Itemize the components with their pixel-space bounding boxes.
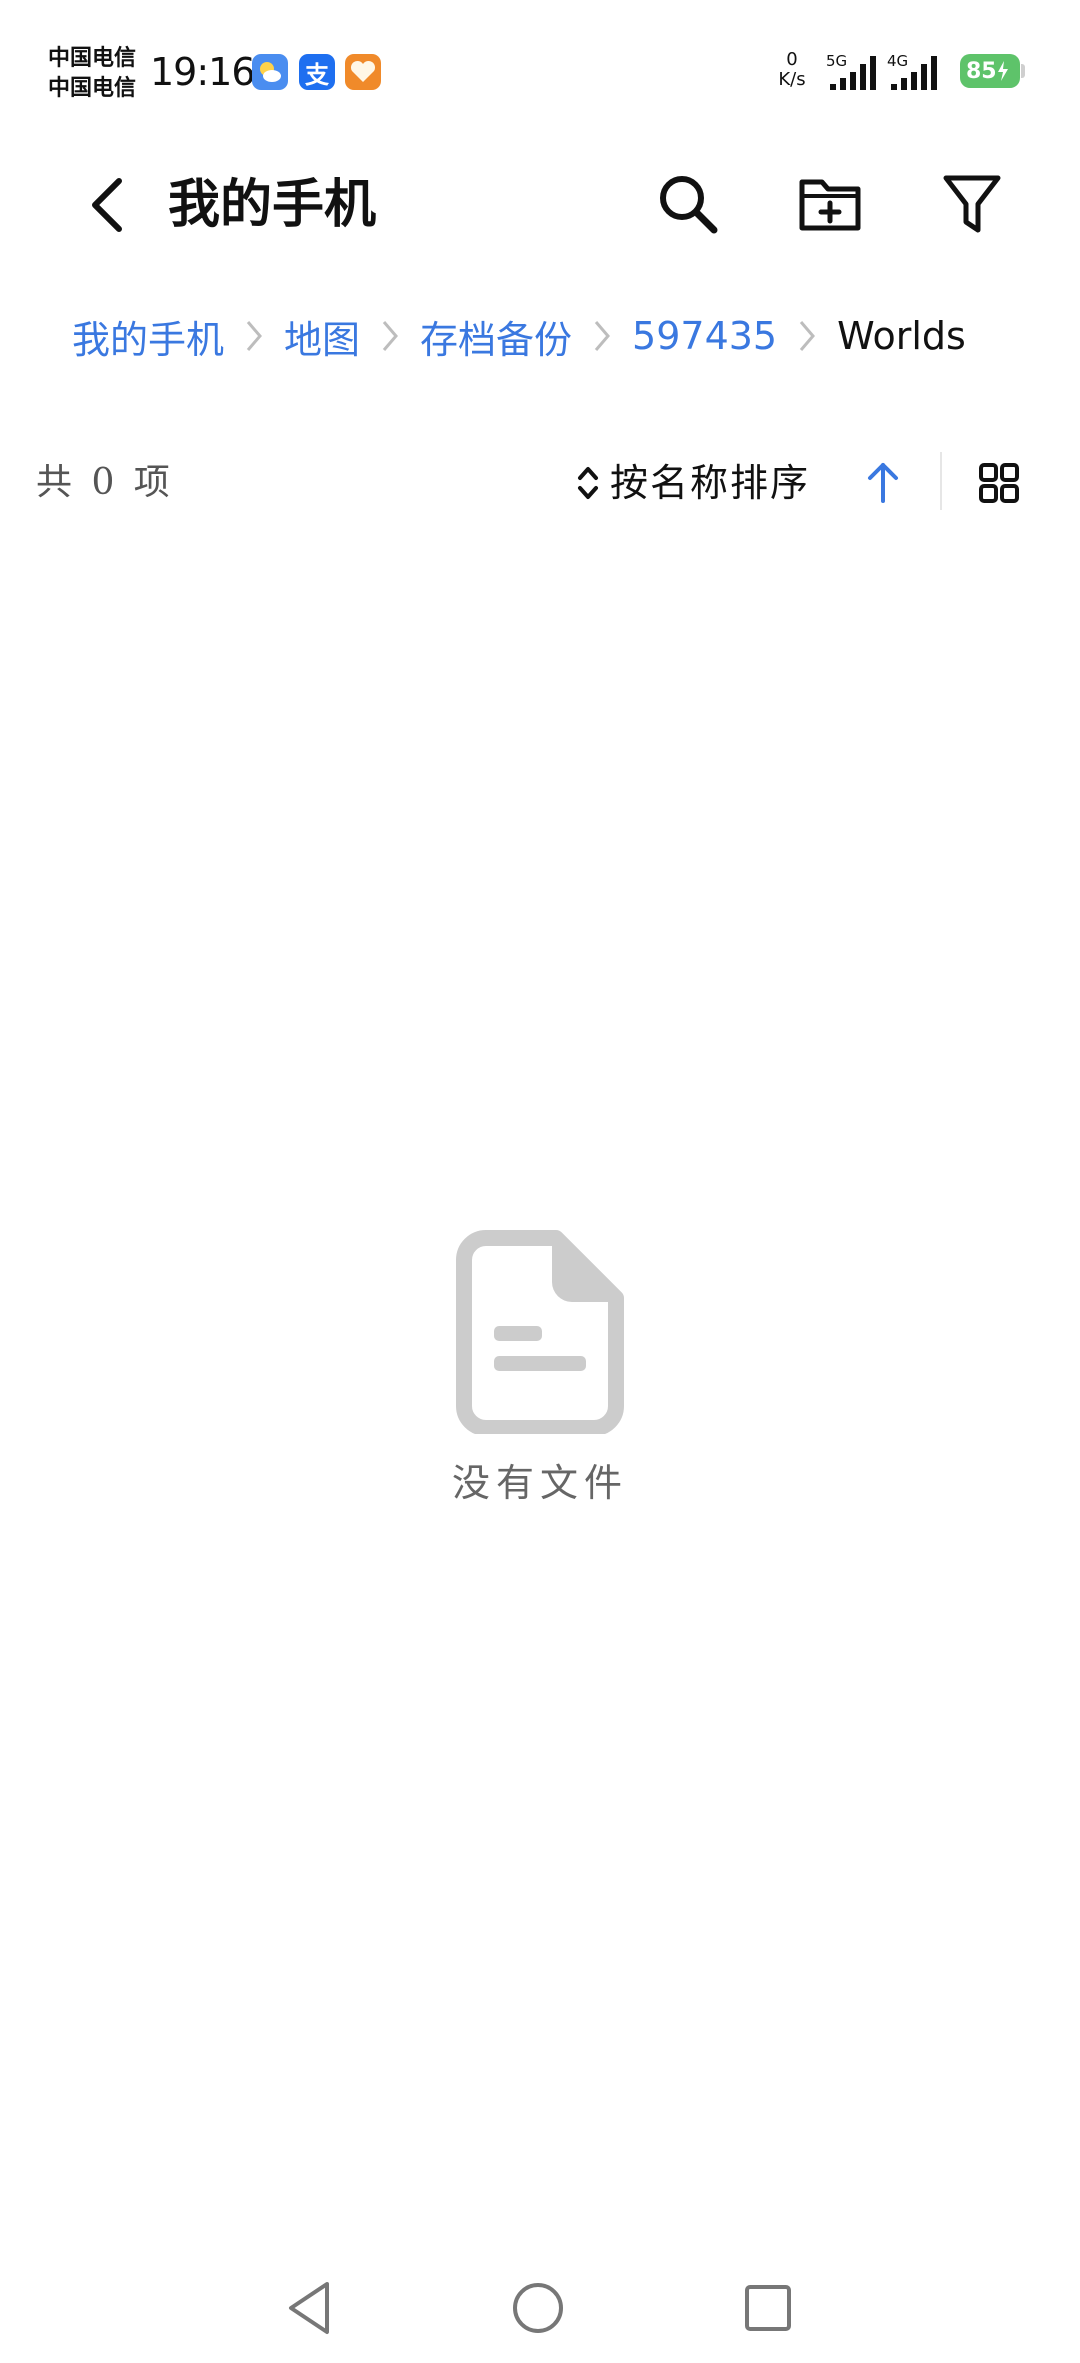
chevron-right-icon (777, 318, 837, 354)
sort-label: 按名称排序 (610, 461, 811, 505)
sort-updown-icon (578, 467, 598, 499)
empty-document-icon (456, 1230, 624, 1434)
back-button[interactable] (72, 170, 142, 240)
charging-bolt-icon (997, 61, 1008, 81)
alipay-app-icon: 支 (299, 54, 335, 90)
app-bar: 我的手机 (0, 150, 1080, 260)
battery-indicator: 85 (960, 54, 1020, 88)
breadcrumb-item-my-phone[interactable]: 我的手机 (72, 309, 224, 364)
view-mode-button[interactable] (974, 458, 1024, 508)
chevron-right-icon (360, 318, 420, 354)
breadcrumb-item-597435[interactable]: 597435 (632, 314, 777, 358)
back-arrow-icon (92, 178, 122, 232)
grid-view-icon (979, 463, 1019, 503)
breadcrumb-item-map[interactable]: 地图 (284, 309, 360, 364)
carrier-2: 中国电信 (48, 76, 137, 101)
page-title: 我的手机 (168, 174, 377, 235)
filter-icon (943, 175, 1001, 233)
signal-4g-label: 4G (887, 52, 908, 70)
signal-4g-icon: 4G (887, 52, 947, 96)
home-circle-icon (513, 2283, 563, 2333)
back-triangle-icon (289, 2282, 329, 2334)
carrier-1: 中国电信 (48, 46, 137, 71)
network-speed-value: 0 (786, 49, 798, 70)
system-nav-bar (0, 2260, 1080, 2350)
divider (940, 452, 942, 510)
new-folder-button[interactable] (792, 166, 868, 242)
sort-direction-button[interactable] (858, 456, 908, 510)
sort-bar: 共 0 项 按名称排序 (0, 448, 1080, 518)
nav-recents-button[interactable] (738, 2278, 798, 2338)
search-button[interactable] (650, 166, 726, 242)
chevron-right-icon (224, 318, 284, 354)
health-app-icon (345, 54, 381, 90)
clock: 19:16 (150, 50, 256, 94)
weather-app-icon (252, 54, 288, 90)
empty-state: 没有文件 (0, 1230, 1080, 1508)
battery-level: 85 (966, 58, 997, 84)
new-folder-icon (799, 179, 861, 231)
chevron-right-icon (572, 318, 632, 354)
filter-button[interactable] (934, 166, 1010, 242)
item-count: 共 0 项 (36, 462, 174, 503)
battery-cap (1021, 64, 1025, 78)
breadcrumb-item-worlds: Worlds (837, 314, 966, 358)
sort-by-button[interactable]: 按名称排序 (576, 458, 810, 508)
network-speed-unit: K/s (778, 69, 806, 90)
signal-5g-icon: 5G (826, 52, 878, 96)
carrier-labels: 中国电信 中国电信 (48, 44, 136, 104)
status-bar: 中国电信 中国电信 19:16 支 0 K/s 5G 4G 85 (0, 0, 1080, 130)
nav-home-button[interactable] (508, 2278, 568, 2338)
search-icon (660, 176, 718, 234)
signal-5g-label: 5G (826, 52, 847, 70)
breadcrumb: 我的手机 地图 存档备份 597435 Worlds (72, 306, 966, 366)
network-speed: 0 K/s (772, 50, 812, 90)
nav-back-button[interactable] (280, 2278, 340, 2338)
empty-message: 没有文件 (451, 1461, 628, 1505)
breadcrumb-item-backup[interactable]: 存档备份 (420, 309, 572, 364)
arrow-up-icon (868, 463, 898, 503)
recent-square-icon (745, 2285, 791, 2331)
